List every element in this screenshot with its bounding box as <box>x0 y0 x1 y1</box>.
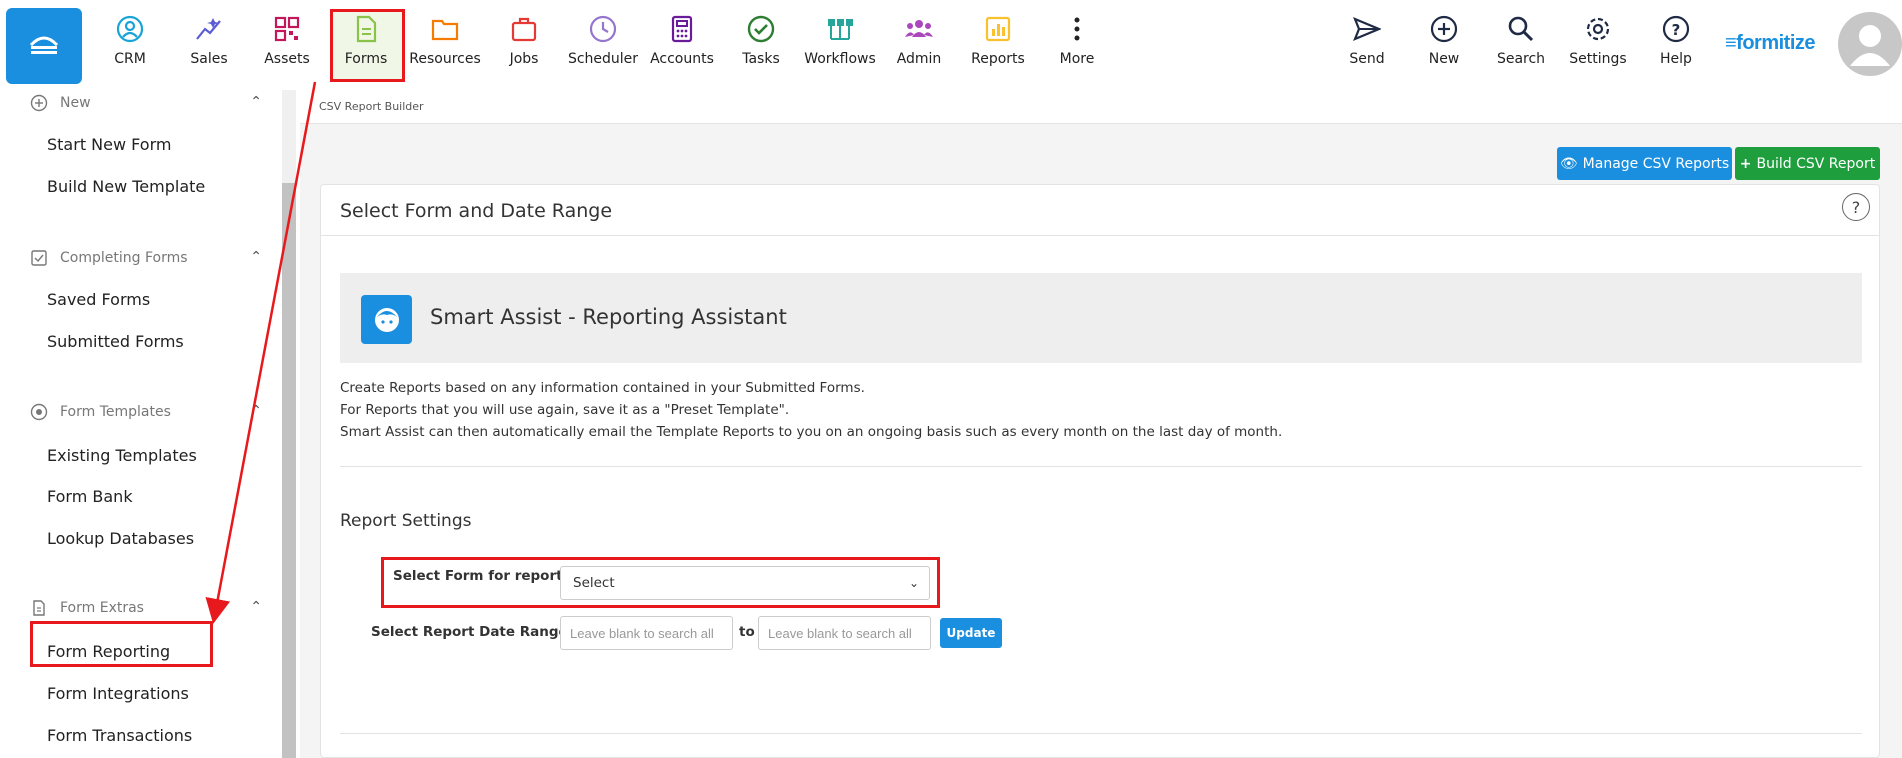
user-avatar[interactable] <box>1838 12 1902 76</box>
breadcrumb-bar <box>300 90 1902 124</box>
admin-icon <box>904 14 934 44</box>
select-form-label: Select Form for report: <box>393 568 568 584</box>
scheduler-icon <box>588 14 618 44</box>
radio-icon <box>30 403 48 421</box>
accounts-icon <box>667 14 697 44</box>
nav-crm[interactable]: CRM <box>92 14 168 74</box>
chevron-up-icon[interactable]: ⌃ <box>250 249 262 265</box>
manage-csv-reports-button[interactable]: 👁 Manage CSV Reports <box>1557 147 1732 180</box>
description-line: Create Reports based on any information … <box>340 380 865 396</box>
sidebar-link-existing-templates[interactable]: Existing Templates <box>47 446 197 465</box>
bottom-divider <box>340 733 1862 734</box>
form-reporting-highlight <box>30 621 213 667</box>
sidebar-link-lookup-databases[interactable]: Lookup Databases <box>47 529 194 548</box>
breadcrumb: CSV Report Builder <box>319 100 424 113</box>
sidebar-link-saved-forms[interactable]: Saved Forms <box>47 290 150 309</box>
svg-text:?: ? <box>1672 21 1681 39</box>
sidebar-section-form-templates[interactable]: Form Templates ⌃ <box>30 403 266 421</box>
document-icon <box>30 599 48 617</box>
nav-tasks[interactable]: Tasks <box>723 14 799 74</box>
smart-assist-title: Smart Assist - Reporting Assistant <box>430 305 787 329</box>
sidebar-section-completing-forms[interactable]: Completing Forms ⌃ <box>30 249 266 267</box>
chevron-down-icon: ⌄ <box>908 576 919 590</box>
sidebar-section-new[interactable]: New ⌃ <box>30 94 266 112</box>
nav-workflows[interactable]: Workflows <box>802 14 878 74</box>
date-to-input[interactable]: Leave blank to search all <box>758 616 931 650</box>
home-logo-icon <box>29 36 59 54</box>
date-range-label: Select Report Date Range: <box>371 624 574 640</box>
send-icon <box>1352 14 1382 44</box>
plus-icon: + <box>1739 155 1752 172</box>
forms-icon <box>351 14 381 44</box>
build-csv-report-button[interactable]: + Build CSV Report <box>1735 147 1880 180</box>
form-select-dropdown[interactable]: Select ⌄ <box>560 566 930 600</box>
update-button[interactable]: Update <box>940 618 1002 648</box>
card-divider <box>320 235 1880 236</box>
nav-forms[interactable]: Forms <box>328 14 404 74</box>
sidebar-link-start-new-form[interactable]: Start New Form <box>47 135 171 154</box>
to-label: to <box>739 624 755 640</box>
nav-search[interactable]: Search <box>1483 14 1559 74</box>
sidebar-scrollbar-thumb[interactable] <box>282 183 296 758</box>
card-title: Select Form and Date Range <box>340 200 613 222</box>
crm-icon <box>115 14 145 44</box>
sidebar-section-form-extras[interactable]: Form Extras ⌃ <box>30 599 266 617</box>
brand-logo: ≡formitize <box>1725 32 1816 54</box>
sidebar-link-submitted-forms[interactable]: Submitted Forms <box>47 332 184 351</box>
nav-assets[interactable]: Assets <box>249 14 325 74</box>
description-divider <box>340 466 1862 467</box>
report-card <box>320 184 1880 758</box>
more-icon <box>1062 14 1092 44</box>
home-button[interactable] <box>6 8 82 84</box>
nav-scheduler[interactable]: Scheduler <box>565 14 641 74</box>
chevron-up-icon[interactable]: ⌃ <box>250 599 262 615</box>
date-from-input[interactable]: Leave blank to search all <box>560 616 733 650</box>
checkbox-icon <box>30 249 48 267</box>
jobs-icon <box>509 14 539 44</box>
smart-assist-face-icon <box>361 295 412 344</box>
nav-more[interactable]: More <box>1039 14 1115 74</box>
plus-circle-icon <box>30 94 48 112</box>
sidebar-link-build-new-template[interactable]: Build New Template <box>47 177 205 196</box>
description-line: Smart Assist can then automatically emai… <box>340 424 1283 440</box>
tasks-icon <box>746 14 776 44</box>
nav-settings[interactable]: Settings <box>1560 14 1636 74</box>
report-settings-title: Report Settings <box>340 511 472 531</box>
sidebar-link-form-transactions[interactable]: Form Transactions <box>47 726 192 745</box>
nav-accounts[interactable]: Accounts <box>644 14 720 74</box>
settings-icon <box>1583 14 1613 44</box>
description-line: For Reports that you will use again, sav… <box>340 402 790 418</box>
search-icon <box>1506 14 1536 44</box>
resources-icon <box>430 14 460 44</box>
nav-send[interactable]: Send <box>1329 14 1405 74</box>
nav-sales[interactable]: Sales <box>171 14 247 74</box>
new-icon <box>1429 14 1459 44</box>
nav-jobs[interactable]: Jobs <box>486 14 562 74</box>
assets-icon <box>272 14 302 44</box>
sales-icon <box>194 14 224 44</box>
help-icon: ? <box>1661 14 1691 44</box>
sidebar-link-form-bank[interactable]: Form Bank <box>47 487 133 506</box>
chevron-up-icon[interactable]: ⌃ <box>250 94 262 110</box>
nav-help[interactable]: ? Help <box>1638 14 1714 74</box>
nav-admin[interactable]: Admin <box>881 14 957 74</box>
eye-icon: 👁 <box>1559 155 1578 172</box>
help-question-icon[interactable]: ? <box>1842 193 1870 221</box>
nav-resources[interactable]: Resources <box>407 14 483 74</box>
sidebar-link-form-integrations[interactable]: Form Integrations <box>47 684 189 703</box>
nav-new[interactable]: New <box>1406 14 1482 74</box>
workflows-icon <box>825 14 855 44</box>
nav-reports[interactable]: Reports <box>960 14 1036 74</box>
reports-icon <box>983 14 1013 44</box>
chevron-up-icon[interactable]: ⌃ <box>250 403 262 419</box>
